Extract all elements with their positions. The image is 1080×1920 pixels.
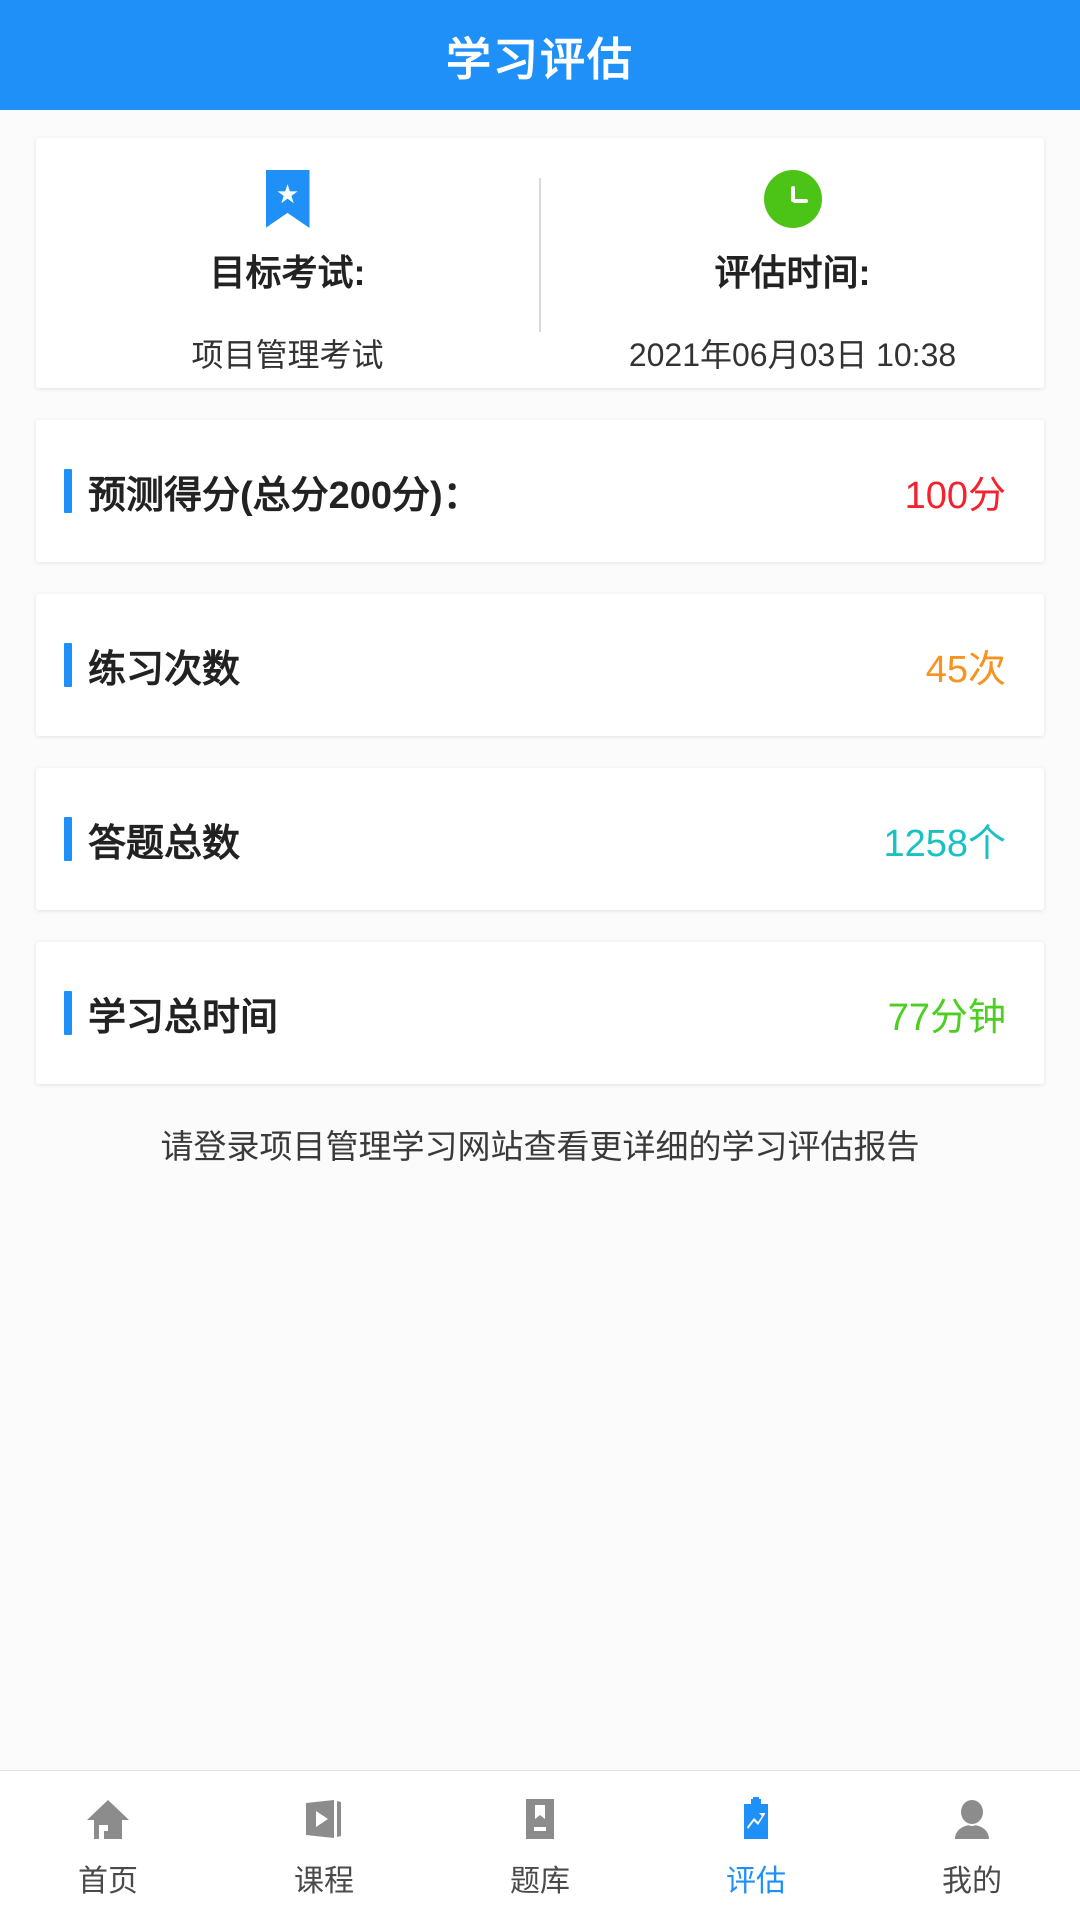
stat-label: 学习总时间 bbox=[88, 996, 279, 1039]
accent-bar bbox=[64, 643, 72, 687]
video-play-icon[interactable] bbox=[297, 1792, 351, 1846]
stat-card: 答题总数 1258个 bbox=[36, 768, 1044, 910]
nav-label: 我的 bbox=[942, 1864, 1002, 1898]
summary-card: ★ 目标考试: 项目管理考试 评估时间: 2021年06月03日 10:38 bbox=[36, 138, 1044, 388]
stat-card: 预测得分(总分200分)： 100分 bbox=[36, 420, 1044, 562]
bottom-navigation: 首页 课程 题库 评估 我的 bbox=[0, 1770, 1080, 1920]
stat-card: 学习总时间 77分钟 bbox=[36, 942, 1044, 1084]
stat-value: 77分钟 bbox=[887, 996, 1006, 1039]
stat-value: 100分 bbox=[904, 474, 1006, 517]
accent-bar bbox=[64, 991, 72, 1035]
stat-label: 预测得分(总分200分)： bbox=[88, 474, 481, 517]
clock-icon bbox=[763, 168, 822, 230]
stat-value: 1258个 bbox=[883, 822, 1006, 865]
assessment-time-value: 2021年06月03日 10:38 bbox=[628, 337, 957, 373]
accent-bar bbox=[64, 817, 72, 861]
nav-label: 首页 bbox=[78, 1864, 138, 1898]
nav-item-我的[interactable]: 我的 bbox=[864, 1792, 1080, 1900]
nav-item-首页[interactable]: 首页 bbox=[0, 1792, 216, 1900]
nav-item-题库[interactable]: 题库 bbox=[432, 1792, 648, 1900]
target-exam-label: 目标考试: bbox=[209, 252, 366, 293]
bookmark-star-icon: ★ bbox=[265, 168, 310, 230]
nav-label: 课程 bbox=[294, 1864, 354, 1898]
nav-label: 题库 bbox=[510, 1864, 570, 1898]
target-exam-value: 项目管理考试 bbox=[191, 337, 384, 373]
accent-bar bbox=[64, 469, 72, 513]
clipboard-chart-icon[interactable] bbox=[729, 1792, 783, 1846]
page-title: 学习评估 bbox=[445, 33, 634, 85]
home-icon[interactable] bbox=[81, 1792, 135, 1846]
app-header: 学习评估 bbox=[0, 0, 1080, 110]
target-exam-block: ★ 目标考试: 项目管理考试 bbox=[36, 138, 539, 388]
stat-card: 练习次数 45次 bbox=[36, 594, 1044, 736]
assessment-time-block: 评估时间: 2021年06月03日 10:38 bbox=[541, 138, 1044, 388]
main-content: ★ 目标考试: 项目管理考试 评估时间: 2021年06月03日 10:38 预… bbox=[0, 110, 1080, 1770]
person-icon[interactable] bbox=[945, 1792, 999, 1846]
nav-item-课程[interactable]: 课程 bbox=[216, 1792, 432, 1900]
app-screen: 学习评估 ★ 目标考试: 项目管理考试 评估时间: 2021年06月03日 10… bbox=[0, 0, 1080, 1920]
nav-item-评估[interactable]: 评估 bbox=[648, 1792, 864, 1900]
stat-label: 练习次数 bbox=[88, 648, 241, 691]
stat-label: 答题总数 bbox=[88, 822, 241, 865]
stat-value: 45次 bbox=[925, 648, 1006, 691]
nav-label: 评估 bbox=[726, 1864, 786, 1898]
assessment-time-label: 评估时间: bbox=[714, 252, 871, 293]
footer-note: 请登录项目管理学习网站查看更详细的学习评估报告 bbox=[160, 1128, 920, 1165]
book-icon[interactable] bbox=[513, 1792, 567, 1846]
stat-card-list: 预测得分(总分200分)： 100分练习次数 45次答题总数 1258个学习总时间 77… bbox=[0, 420, 1080, 1084]
